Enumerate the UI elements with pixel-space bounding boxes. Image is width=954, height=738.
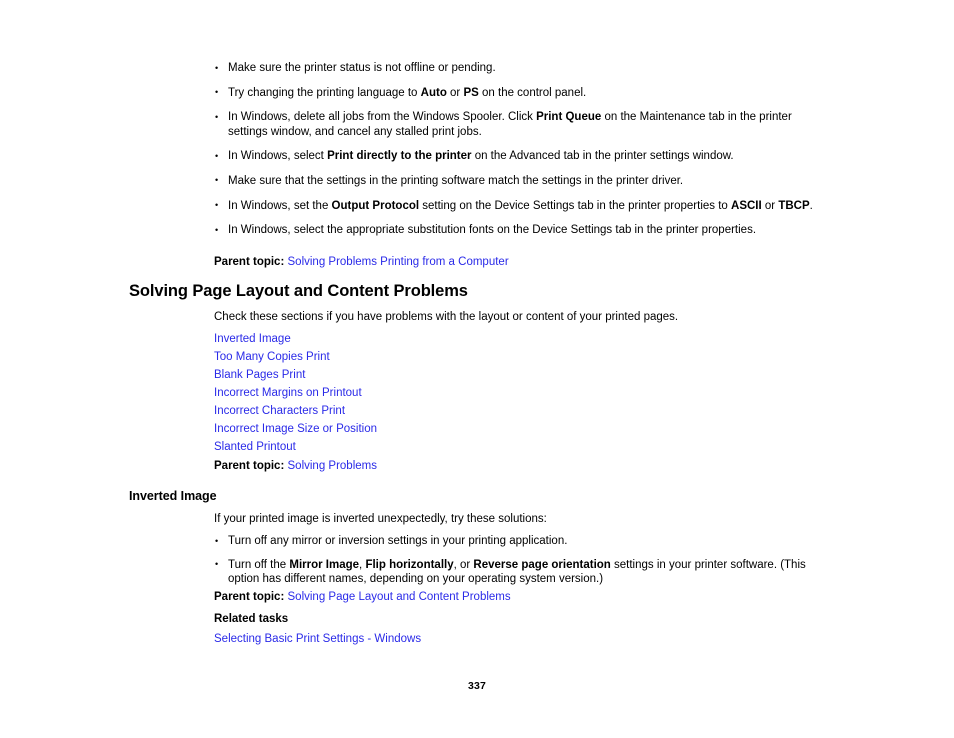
body-text: or (761, 199, 779, 212)
topic-link[interactable]: Selecting Basic Print Settings - Windows (214, 633, 421, 645)
list-item: Blank Pages Print (214, 366, 377, 384)
body-text: on the Advanced tab in the printer setti… (471, 150, 734, 163)
body-text: In Windows, delete all jobs from the Win… (228, 111, 537, 124)
topic-link[interactable]: Incorrect Characters Print (214, 405, 345, 417)
subsection-intro-text: If your printed image is inverted unexpe… (214, 513, 547, 525)
section-intro-block: Check these sections if you have problem… (214, 310, 678, 325)
body-text: . (809, 199, 813, 212)
related-tasks-label: Related tasks (214, 613, 289, 625)
subsection-solutions-list: Turn off any mirror or inversion setting… (214, 534, 828, 587)
body-text: Turn off the (228, 558, 290, 571)
page-number: 337 (467, 680, 487, 692)
emphasis-text: Flip horizontally (365, 558, 454, 571)
emphasis-text: ASCII (731, 199, 762, 212)
topic-link[interactable]: Too Many Copies Print (214, 351, 330, 363)
topic-link[interactable]: Blank Pages Print (214, 369, 305, 381)
list-item: Incorrect Characters Print (214, 402, 377, 420)
body-text: on the control panel. (478, 86, 587, 99)
section-intro-text: Check these sections if you have problem… (214, 311, 679, 323)
subsection-heading-block: Inverted Image (129, 489, 217, 504)
body-text: Make sure the printer status is not offl… (228, 62, 496, 74)
subsection-parent-topic-line: Parent topic: Solving Page Layout and Co… (214, 590, 511, 605)
top-solutions-list: Make sure the printer status is not offl… (214, 61, 828, 238)
body-text: In Windows, select (228, 150, 328, 163)
section-link-list: Inverted Image Too Many Copies Print Blank… (214, 330, 377, 456)
list-item: Incorrect Image Size or Position (214, 420, 377, 438)
body-text: Try changing the printing language to (228, 86, 421, 99)
top-solutions-block: Make sure the printer status is not offl… (214, 61, 828, 238)
body-text: In Windows, select the appropriate subst… (228, 224, 757, 237)
topic-link[interactable]: Slanted Printout (214, 441, 296, 453)
emphasis-text: Auto (420, 86, 447, 99)
related-tasks-block: Related tasks Selecting Basic Print Sett… (214, 612, 421, 648)
parent-topic-link[interactable]: Solving Problems (288, 460, 377, 472)
emphasis-text: Output Protocol (331, 199, 420, 212)
list-item: Selecting Basic Print Settings - Windows (214, 630, 421, 648)
list-item: In Windows, set the Output Protocol sett… (214, 198, 828, 214)
list-item: Make sure the printer status is not offl… (214, 61, 828, 76)
subsection-intro-block: If your printed image is inverted unexpe… (214, 512, 547, 527)
list-item: Make sure that the settings in the print… (214, 173, 828, 189)
section-heading-block: Solving Page Layout and Content Problems (129, 282, 468, 302)
document-page: Make sure the printer status is not offl… (0, 0, 954, 738)
body-text: Make sure that the settings in the print… (228, 174, 684, 187)
list-item: Slanted Printout (214, 438, 377, 456)
body-text: In Windows, set the (228, 199, 332, 212)
list-item: Incorrect Margins on Printout (214, 384, 377, 402)
emphasis-text: Print directly to the printer (327, 150, 472, 163)
list-item: Turn off the Mirror Image, Flip horizont… (214, 557, 828, 587)
list-item: In Windows, delete all jobs from the Win… (214, 110, 828, 139)
list-item: Try changing the printing language to Au… (214, 85, 828, 101)
emphasis-text: Reverse page orientation (473, 558, 611, 571)
top-parent-topic-line: Parent topic: Solving Problems Printing … (214, 255, 509, 270)
list-item: Too Many Copies Print (214, 348, 377, 366)
emphasis-text: Print Queue (536, 111, 602, 124)
related-tasks-list: Selecting Basic Print Settings - Windows (214, 630, 421, 648)
list-item: Inverted Image (214, 330, 377, 348)
topic-link[interactable]: Inverted Image (214, 333, 291, 345)
body-text: or (446, 86, 464, 99)
emphasis-text: PS (463, 86, 479, 99)
body-text: , or (453, 558, 474, 571)
topic-link[interactable]: Incorrect Image Size or Position (214, 423, 377, 435)
page-title: Solving Page Layout and Content Problems (129, 282, 468, 300)
parent-topic-label: Parent topic: (214, 256, 285, 268)
section-link-list-block: Inverted Image Too Many Copies Print Blank… (214, 330, 377, 456)
section-parent-topic-line: Parent topic: Solving Problems (214, 459, 377, 474)
list-item: In Windows, select the appropriate subst… (214, 223, 828, 238)
parent-topic-label: Parent topic: (214, 591, 285, 603)
emphasis-text: TBCP (778, 199, 810, 212)
body-text: Turn off any mirror or inversion setting… (228, 535, 568, 547)
parent-topic-link[interactable]: Solving Problems Printing from a Compute… (288, 256, 509, 268)
subsection-title: Inverted Image (129, 489, 217, 503)
list-item: Turn off any mirror or inversion setting… (214, 534, 828, 549)
parent-topic-label: Parent topic: (214, 460, 285, 472)
body-text: setting on the Device Settings tab in th… (419, 199, 732, 212)
subsection-solutions-block: Turn off any mirror or inversion setting… (214, 534, 828, 596)
list-item: In Windows, select Print directly to the… (214, 149, 828, 164)
topic-link[interactable]: Incorrect Margins on Printout (214, 387, 362, 399)
parent-topic-link[interactable]: Solving Page Layout and Content Problems (288, 591, 511, 603)
emphasis-text: Mirror Image (289, 558, 360, 571)
